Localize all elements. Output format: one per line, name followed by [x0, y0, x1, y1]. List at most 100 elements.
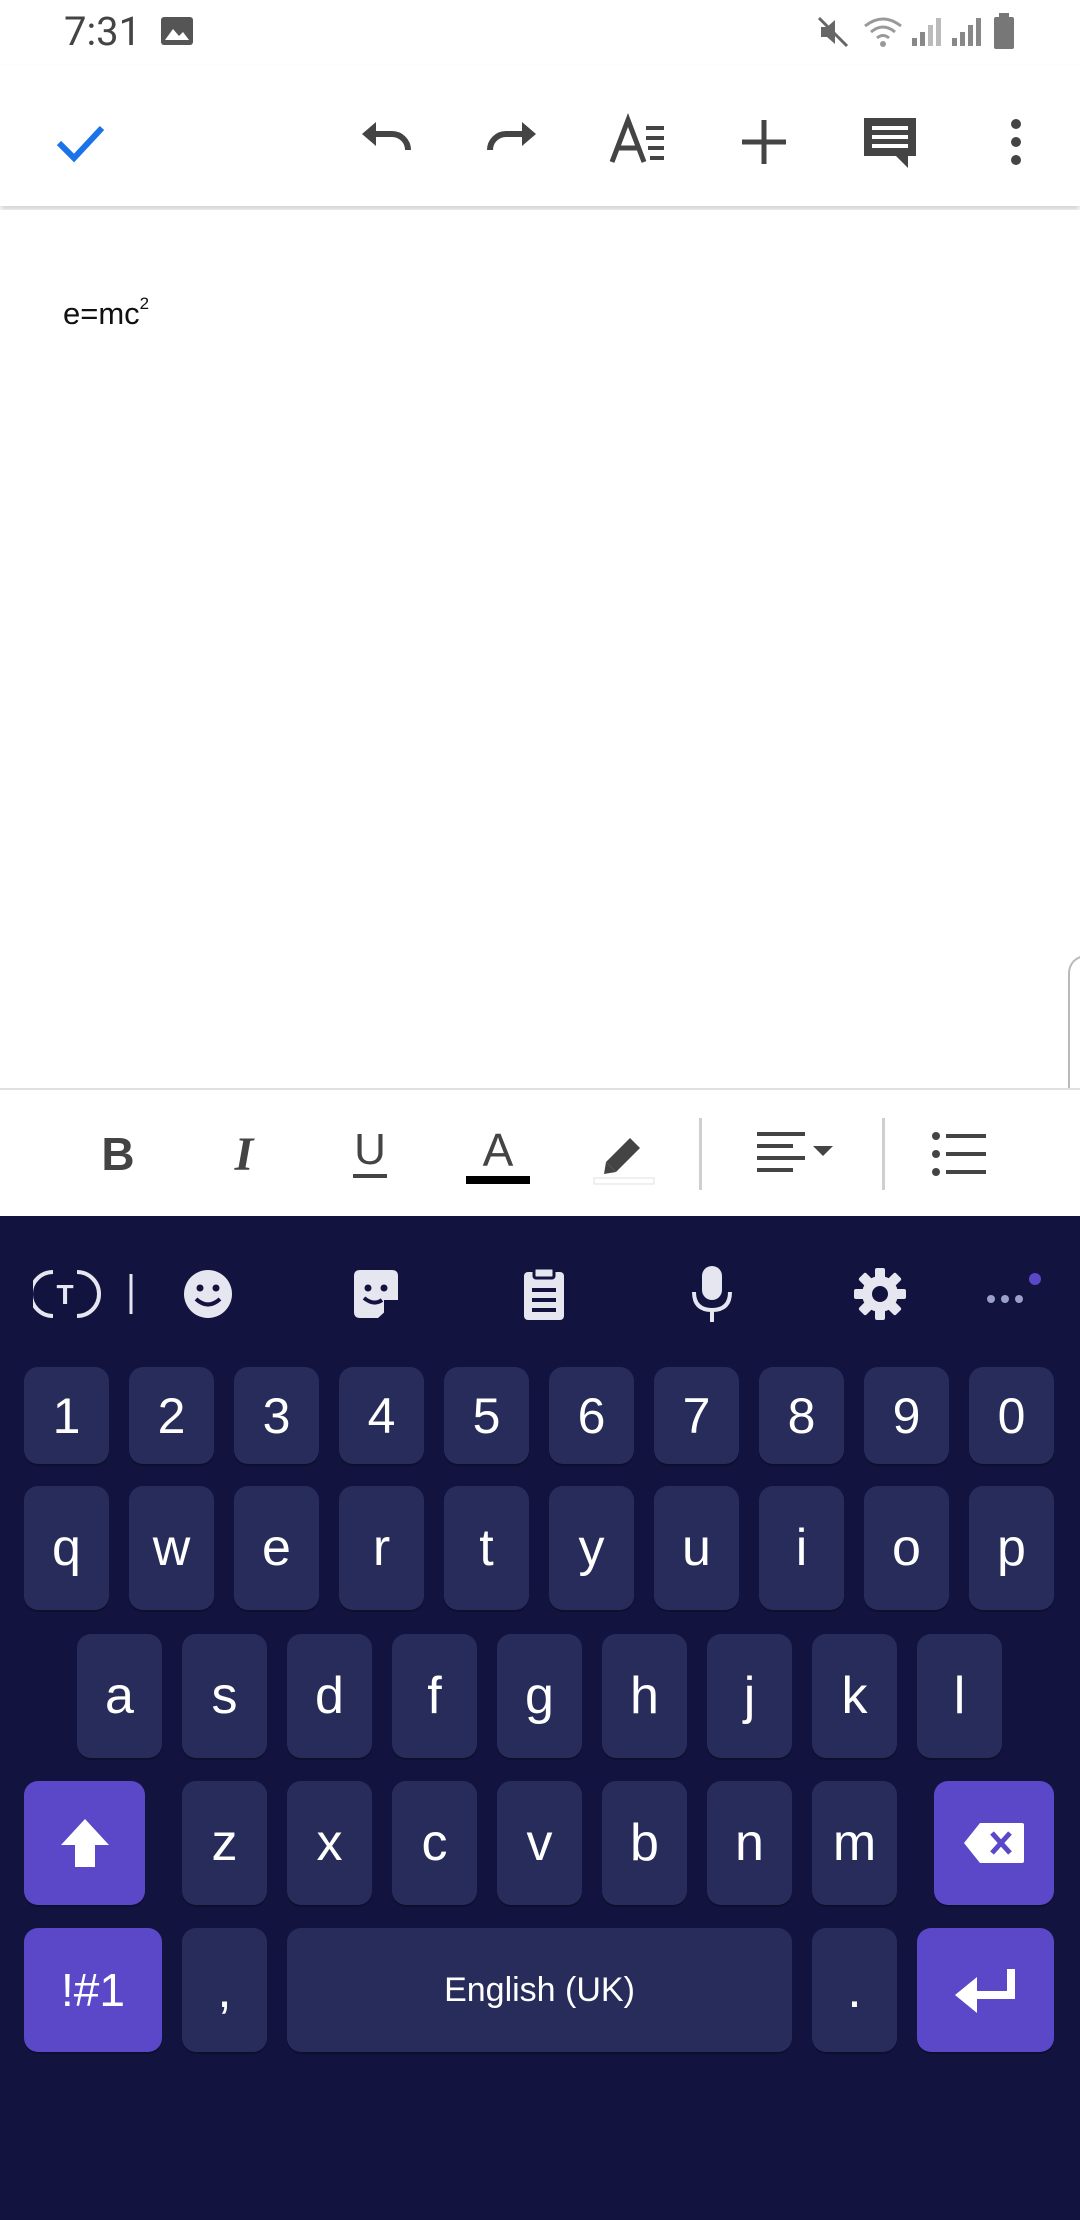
key-g[interactable]: g [497, 1634, 582, 1758]
comment-button[interactable] [850, 102, 930, 182]
status-time: 7:31 [64, 8, 142, 55]
key-n[interactable]: n [707, 1781, 792, 1905]
key-k[interactable]: k [812, 1634, 897, 1758]
svg-text:I: I [234, 1129, 256, 1179]
align-button[interactable] [750, 1112, 846, 1196]
key-3[interactable]: 3 [234, 1367, 319, 1464]
key-y[interactable]: y [549, 1486, 634, 1610]
translate-icon: T [33, 1270, 133, 1318]
key-d[interactable]: d [287, 1634, 372, 1758]
redo-icon [487, 122, 536, 151]
symbols-key[interactable]: !#1 [24, 1928, 162, 2052]
text-color-button[interactable]: A [456, 1112, 540, 1196]
key-z[interactable]: z [182, 1781, 267, 1905]
key-4[interactable]: 4 [339, 1367, 424, 1464]
backspace-icon [964, 1823, 1024, 1863]
keyboard: T 1 2 3 4 5 6 7 8 9 0 q w e r t y u i o … [0, 1216, 1080, 2220]
space-key[interactable]: English (UK) [287, 1928, 792, 2052]
insert-button[interactable] [724, 102, 804, 182]
done-check-button[interactable] [40, 102, 120, 182]
document-body[interactable]: e=mc2 [0, 210, 1080, 1090]
document-text-superscript: 2 [139, 293, 150, 313]
clipboard-icon [524, 1266, 564, 1320]
undo-button[interactable] [346, 102, 426, 182]
align-left-icon [757, 1132, 833, 1172]
key-l[interactable]: l [917, 1634, 1002, 1758]
mute-icon [815, 14, 851, 50]
key-5[interactable]: 5 [444, 1367, 529, 1464]
key-b[interactable]: b [602, 1781, 687, 1905]
clipboard-button[interactable] [502, 1252, 586, 1336]
key-a[interactable]: a [77, 1634, 162, 1758]
key-7[interactable]: 7 [654, 1367, 739, 1464]
key-9[interactable]: 9 [864, 1367, 949, 1464]
italic-icon: I [234, 1129, 256, 1179]
undo-icon [362, 122, 411, 151]
shift-key[interactable] [24, 1781, 145, 1905]
key-6[interactable]: 6 [549, 1367, 634, 1464]
comment-icon [864, 118, 916, 168]
more-vert-icon [1011, 119, 1021, 165]
svg-text:T: T [56, 1279, 73, 1310]
text-format-icon [609, 112, 664, 163]
more-horiz-icon [987, 1273, 1041, 1303]
bold-button[interactable]: B [76, 1112, 160, 1196]
microphone-icon [692, 1266, 732, 1322]
underline-button[interactable]: U [328, 1112, 412, 1196]
format-bar: B I U A [0, 1088, 1080, 1218]
text-color-icon: A [466, 1124, 530, 1184]
bulleted-list-icon [932, 1132, 986, 1176]
status-bar: 7:31 [0, 0, 1080, 66]
key-s[interactable]: s [182, 1634, 267, 1758]
key-2[interactable]: 2 [129, 1367, 214, 1464]
svg-text:U: U [354, 1126, 386, 1174]
backspace-key[interactable] [934, 1781, 1054, 1905]
gear-icon [854, 1268, 906, 1320]
plus-icon [742, 120, 786, 164]
enter-key[interactable] [917, 1928, 1054, 2052]
redo-button[interactable] [472, 102, 552, 182]
wifi-icon [862, 14, 904, 50]
key-1[interactable]: 1 [24, 1367, 109, 1464]
keyboard-more-button[interactable] [970, 1252, 1054, 1336]
text-format-button[interactable] [598, 102, 678, 182]
key-e[interactable]: e [234, 1486, 319, 1610]
key-p[interactable]: p [969, 1486, 1054, 1610]
highlight-button[interactable] [582, 1112, 666, 1196]
key-c[interactable]: c [392, 1781, 477, 1905]
editor-toolbar [0, 66, 1080, 206]
bold-icon: B [101, 1129, 134, 1179]
key-o[interactable]: o [864, 1486, 949, 1610]
comma-key[interactable]: , [182, 1928, 267, 2052]
battery-icon [992, 12, 1016, 50]
key-8[interactable]: 8 [759, 1367, 844, 1464]
more-options-button[interactable] [976, 102, 1056, 182]
document-text[interactable]: e=mc2 [63, 293, 150, 332]
key-r[interactable]: r [339, 1486, 424, 1610]
key-0[interactable]: 0 [969, 1367, 1054, 1464]
italic-button[interactable]: I [202, 1112, 286, 1196]
key-x[interactable]: x [287, 1781, 372, 1905]
key-f[interactable]: f [392, 1634, 477, 1758]
signal-icon-2 [950, 14, 984, 48]
key-u[interactable]: u [654, 1486, 739, 1610]
highlighter-icon [593, 1138, 655, 1185]
key-j[interactable]: j [707, 1634, 792, 1758]
keyboard-translate-button[interactable]: T [28, 1252, 138, 1336]
period-key[interactable]: . [812, 1928, 897, 2052]
svg-text:B: B [101, 1129, 134, 1179]
key-v[interactable]: v [497, 1781, 582, 1905]
emoji-button[interactable] [166, 1252, 250, 1336]
sticker-button[interactable] [334, 1252, 418, 1336]
underline-icon: U [353, 1126, 387, 1178]
key-q[interactable]: q [24, 1486, 109, 1610]
key-m[interactable]: m [812, 1781, 897, 1905]
key-h[interactable]: h [602, 1634, 687, 1758]
key-i[interactable]: i [759, 1486, 844, 1610]
keyboard-settings-button[interactable] [838, 1252, 922, 1336]
shift-arrow-icon [60, 1819, 109, 1867]
key-w[interactable]: w [129, 1486, 214, 1610]
bulleted-list-button[interactable] [918, 1112, 1002, 1196]
voice-input-button[interactable] [670, 1252, 754, 1336]
key-t[interactable]: t [444, 1486, 529, 1610]
